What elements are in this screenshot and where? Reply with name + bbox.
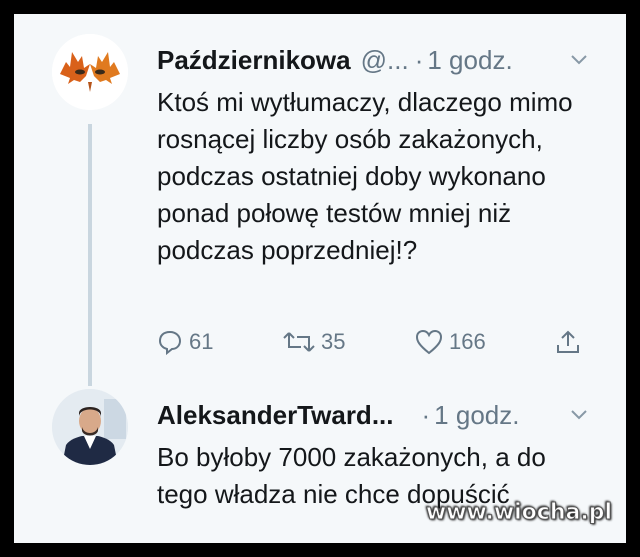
reply-icon — [158, 330, 182, 355]
retweet-icon — [283, 332, 315, 352]
retweet-count: 35 — [321, 329, 346, 354]
tweet-header: Październikowa @... · 1 godz. — [157, 42, 596, 78]
tweet-timestamp[interactable]: 1 godz. — [427, 45, 512, 76]
tweet[interactable]: Październikowa @... · 1 godz. Ktoś mi wy… — [14, 28, 626, 386]
tweet-thread-card: Październikowa @... · 1 godz. Ktoś mi wy… — [14, 14, 626, 543]
share-icon — [557, 330, 579, 353]
watermark: www.wiocha.pl — [425, 500, 612, 526]
user-photo-icon — [52, 389, 128, 465]
like-button[interactable]: 166 — [415, 324, 486, 360]
thread-connector-line — [88, 124, 92, 386]
reply-count: 61 — [189, 329, 214, 354]
retweet-button[interactable]: 35 — [283, 324, 345, 360]
avatar[interactable] — [52, 34, 128, 110]
separator-dot: · — [421, 399, 431, 430]
tweet-text: Ktoś mi wytłumaczy, dlaczego mimo rosnąc… — [157, 87, 573, 265]
share-button[interactable] — [555, 324, 587, 360]
author-handle[interactable]: @... — [361, 45, 409, 76]
chevron-down-icon[interactable] — [568, 403, 590, 425]
tweet-timestamp[interactable]: 1 godz. — [434, 400, 519, 431]
tweet-actions: 61 35 166 — [157, 324, 597, 360]
like-count: 166 — [449, 329, 486, 354]
reply-button[interactable]: 61 — [157, 324, 213, 360]
separator-dot: · — [414, 44, 424, 75]
author-name[interactable]: AleksanderTward... — [157, 400, 394, 431]
heart-icon — [415, 329, 443, 355]
author-name[interactable]: Październikowa — [157, 45, 351, 76]
maple-leaf-avatar-icon — [52, 34, 128, 110]
tweet-header: AleksanderTward... · 1 godz. — [157, 397, 596, 433]
avatar[interactable] — [52, 389, 128, 465]
chevron-down-icon[interactable] — [568, 48, 590, 70]
